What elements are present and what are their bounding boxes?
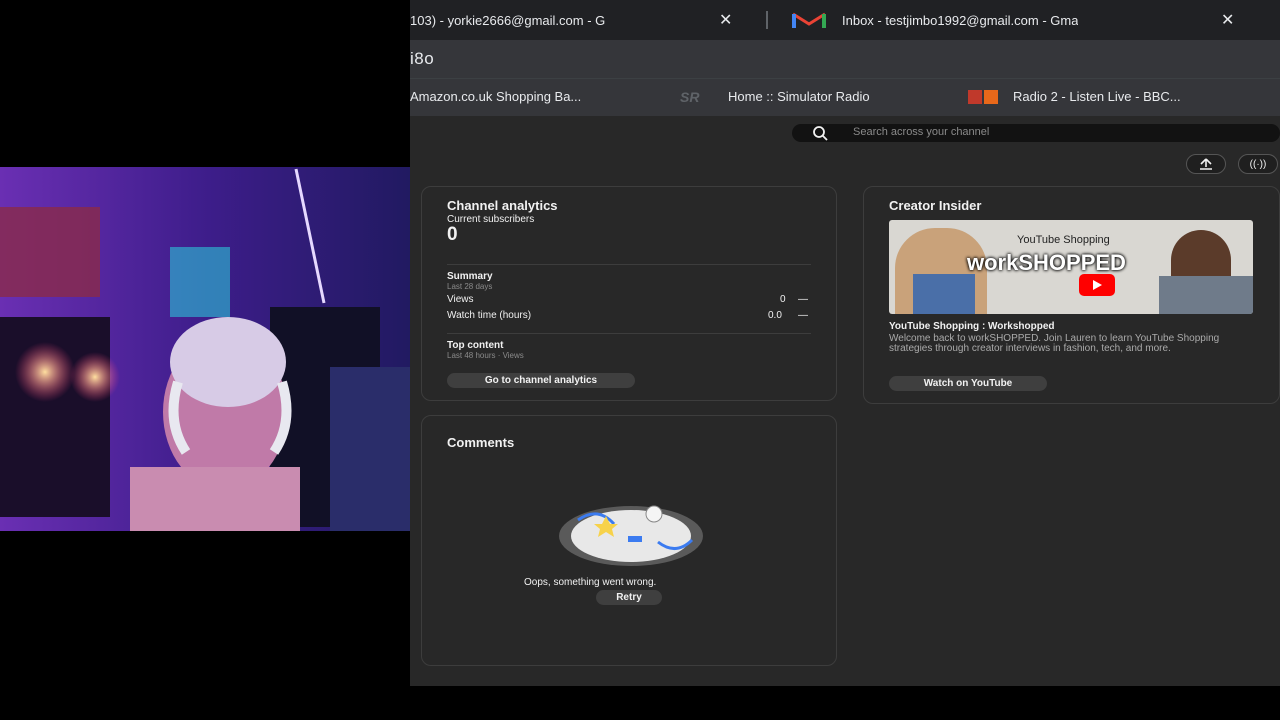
watchtime-trend: — <box>798 310 808 321</box>
play-icon <box>1079 274 1115 296</box>
upload-button[interactable] <box>1186 154 1226 174</box>
summary-period: Last 28 days <box>447 282 493 291</box>
live-icon: ((·)) <box>1249 158 1267 170</box>
top-content-title: Top content <box>447 340 504 351</box>
close-icon[interactable]: ✕ <box>719 10 732 30</box>
top-content-period: Last 48 hours · Views <box>447 351 524 360</box>
tab-gmail-yorkie[interactable]: 103) - yorkie2666@gmail.com - G <box>410 0 700 40</box>
creator-insider-card: Creator Insider YouTube Shopping workSHO… <box>863 186 1280 404</box>
tab-title: Inbox - testjimbo1992@gmail.com - Gma <box>842 12 1079 28</box>
url-text: i8o <box>410 49 435 68</box>
divider <box>447 264 811 265</box>
go-live-button[interactable]: ((·)) <box>1238 154 1278 174</box>
presenter-right-shirt <box>1159 276 1253 314</box>
video-thumbnail[interactable]: YouTube Shopping workSHOPPED <box>889 220 1253 314</box>
subscribers-count: 0 <box>447 224 458 245</box>
comments-card: Comments Oops, something went wrong. Ret… <box>421 415 837 666</box>
upload-icon <box>1200 158 1212 170</box>
studio-dashboard: Search across your channel ((·)) Channel… <box>410 116 1280 686</box>
bookmark-amazon[interactable]: Amazon.co.uk Shopping Ba... <box>410 89 581 104</box>
video-description: Welcome back to workSHOPPED. Join Lauren… <box>889 333 1220 354</box>
channel-analytics-card: Channel analytics Current subscribers 0 … <box>421 186 837 401</box>
search-icon <box>813 126 828 141</box>
video-title[interactable]: YouTube Shopping : Workshopped <box>889 321 1055 332</box>
views-trend: — <box>798 294 808 305</box>
retry-button[interactable]: Retry <box>596 590 662 605</box>
summary-title: Summary <box>447 271 493 282</box>
watch-on-youtube-button[interactable]: Watch on YouTube <box>889 376 1047 391</box>
views-value: 0 <box>780 294 786 305</box>
watchtime-value: 0.0 <box>768 310 782 321</box>
address-bar[interactable]: i8o <box>410 40 1280 78</box>
radio2-icon <box>968 90 1000 104</box>
error-message: Oops, something went wrong. <box>524 577 657 588</box>
card-title: Creator Insider <box>889 198 982 213</box>
search-bar[interactable]: Search across your channel <box>792 124 1280 142</box>
watchtime-label: Watch time (hours) <box>447 310 532 321</box>
tab-separator <box>766 11 768 29</box>
browser-window: 103) - yorkie2666@gmail.com - G ✕ Inbox … <box>410 0 1280 686</box>
card-title: Channel analytics <box>447 198 558 213</box>
thumb-title: workSHOPPED <box>967 250 1126 275</box>
webcam-image <box>0 167 416 531</box>
subscribers-label: Current subscribers <box>447 214 535 225</box>
bookmarks-bar: Amazon.co.uk Shopping Ba... SR Home :: S… <box>410 78 1280 116</box>
tab-strip: 103) - yorkie2666@gmail.com - G ✕ Inbox … <box>410 0 1280 40</box>
tab-gmail-testjimbo[interactable]: Inbox - testjimbo1992@gmail.com - Gma <box>842 0 1197 40</box>
go-to-analytics-button[interactable]: Go to channel analytics <box>447 373 635 388</box>
bookmark-simulator-radio[interactable]: Home :: Simulator Radio <box>728 89 870 104</box>
divider <box>447 333 811 334</box>
search-placeholder: Search across your channel <box>853 126 990 138</box>
gmail-icon <box>792 12 826 28</box>
bookmark-radio2[interactable]: Radio 2 - Listen Live - BBC... <box>1013 89 1181 104</box>
presenter-left-shirt <box>913 274 975 314</box>
webcam-overlay <box>0 167 416 531</box>
close-icon[interactable]: ✕ <box>1221 10 1234 30</box>
views-label: Views <box>447 294 474 305</box>
thumb-badge: YouTube Shopping <box>1017 234 1110 246</box>
error-illustration-icon <box>559 505 703 566</box>
simulator-radio-icon: SR <box>680 89 700 105</box>
card-title: Comments <box>447 435 515 450</box>
tab-title: 103) - yorkie2666@gmail.com - G <box>410 12 606 28</box>
